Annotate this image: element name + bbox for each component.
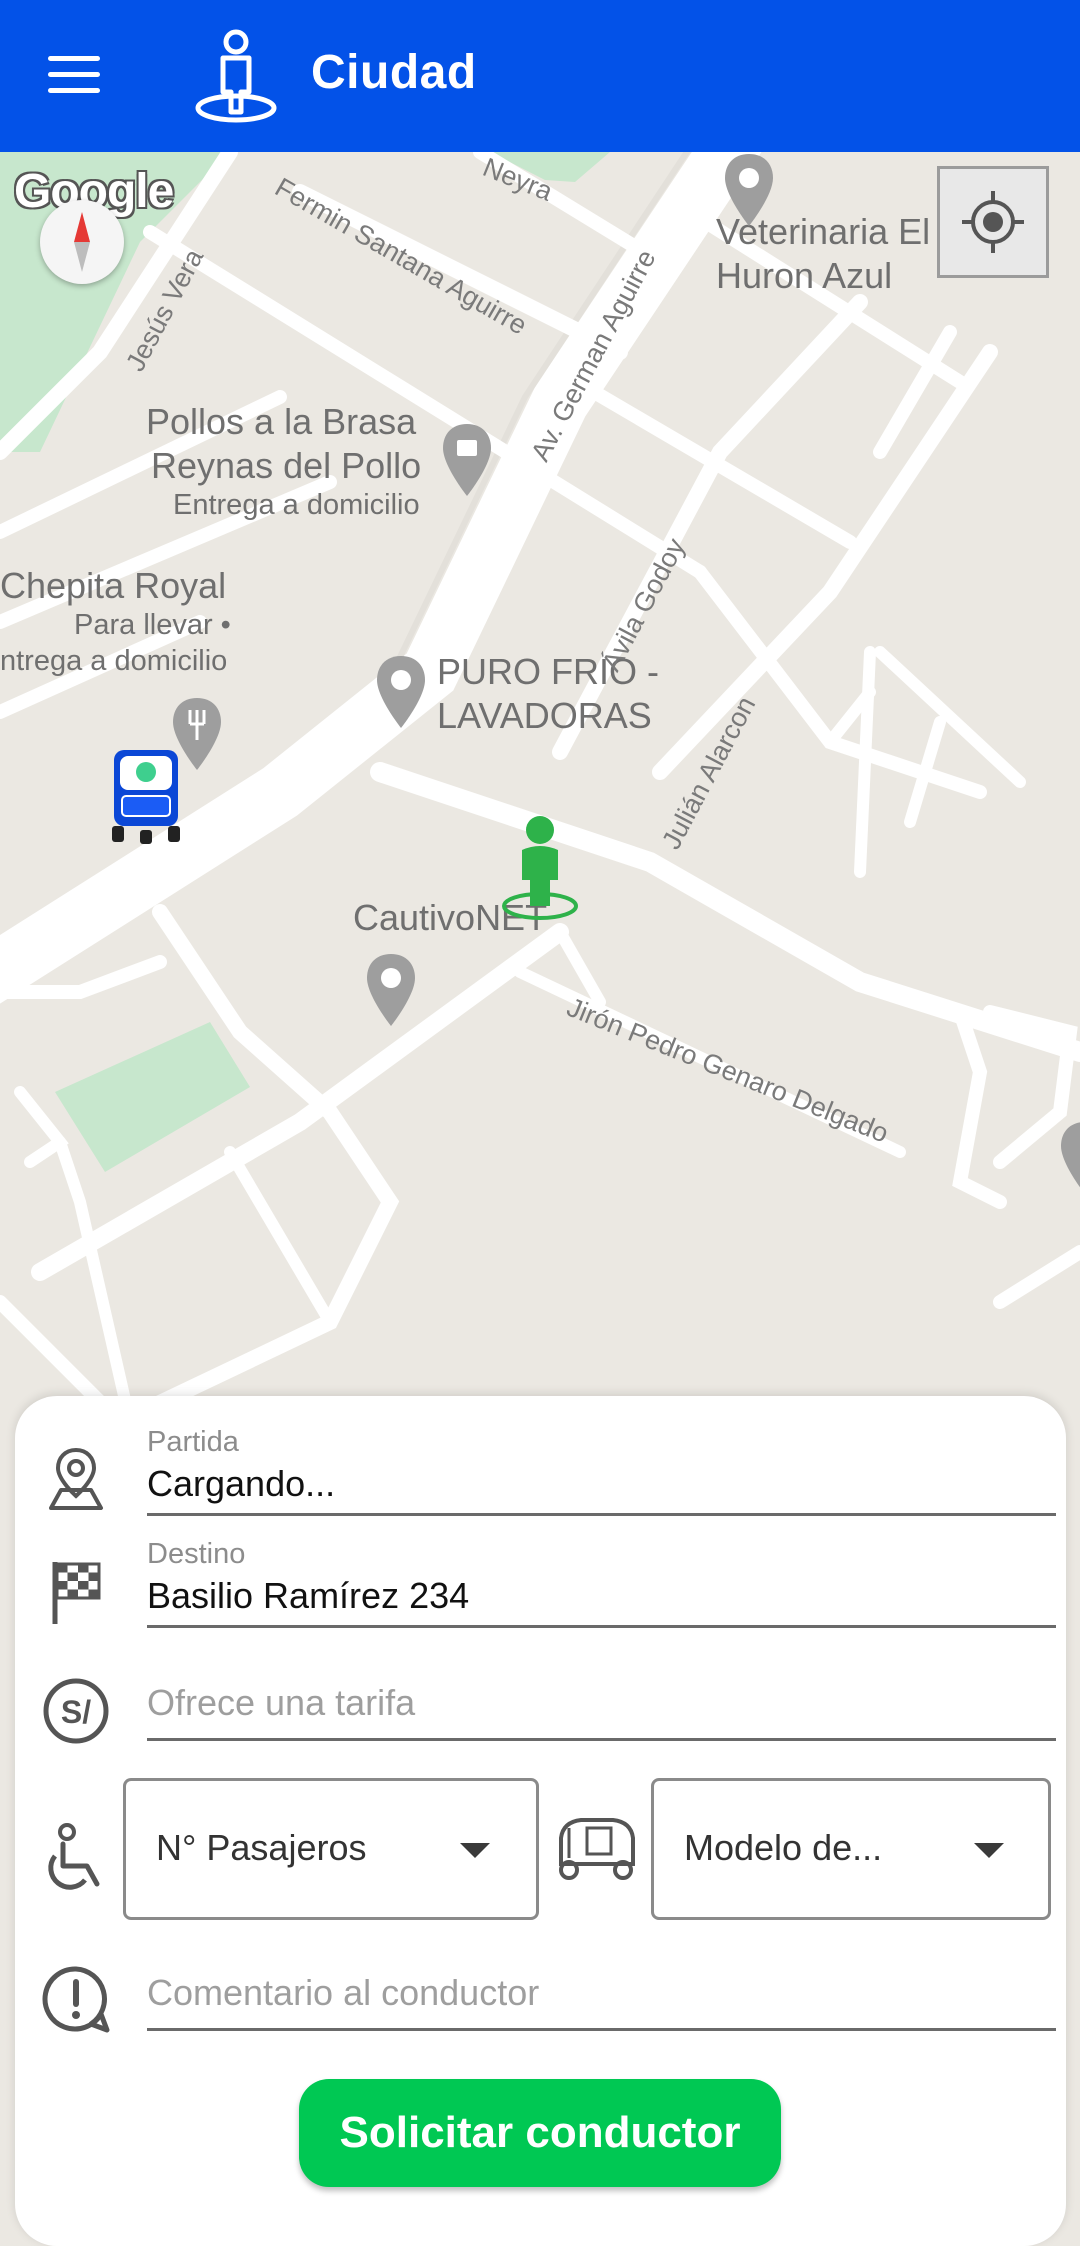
compass-icon[interactable] [40, 200, 124, 284]
app-bar: Ciudad [0, 0, 1080, 152]
comment-input[interactable]: Comentario al conductor [147, 1972, 1056, 2014]
map-pin-icon[interactable] [374, 654, 428, 730]
passengers-dropdown[interactable]: N° Pasajeros [123, 1778, 539, 1920]
destination-label: Destino [147, 1538, 246, 1570]
destination-field[interactable]: Destino Basilio Ramírez 234 [147, 1538, 1056, 1628]
origin-label: Partida [147, 1426, 239, 1458]
place-label: Reynas del Pollo [151, 445, 422, 486]
passengers-value: N° Pasajeros [156, 1827, 367, 1868]
fare-input[interactable]: Ofrece una tarifa [147, 1682, 1056, 1724]
map-pin-icon[interactable] [722, 152, 776, 228]
chevron-down-icon [974, 1843, 1004, 1858]
my-location-button[interactable] [937, 166, 1049, 278]
soles-currency-icon: S/ [43, 1678, 109, 1744]
request-driver-button[interactable]: Solicitar conductor [299, 2079, 781, 2187]
svg-text:S/: S/ [61, 1694, 91, 1730]
vehicle-model-dropdown[interactable]: Modelo de... [651, 1778, 1051, 1920]
shopping-pin-icon[interactable] [440, 422, 494, 498]
ride-request-form: Partida Cargando... Destino Basilio Ramí… [15, 1396, 1066, 2246]
place-label: Chepita Royal [0, 565, 227, 606]
map-view[interactable]: Google Veterinaria El Huron Azul Pollos … [0, 152, 1080, 1422]
mototaxi-icon [559, 1818, 635, 1880]
origin-underline [147, 1513, 1056, 1516]
place-label: ntrega a domicilio [0, 645, 228, 677]
place-label: Para llevar • [74, 609, 231, 641]
user-location-icon [502, 816, 578, 920]
origin-field[interactable]: Partida Cargando... [147, 1426, 1056, 1516]
comment-field[interactable]: Comentario al conductor [147, 1972, 1056, 2031]
person-location-icon [195, 29, 277, 123]
comment-alert-icon [42, 1966, 110, 2033]
destination-input[interactable]: Basilio Ramírez 234 [147, 1575, 1056, 1617]
mototaxi-vehicle-icon[interactable] [110, 744, 182, 844]
crosshair-icon [962, 191, 1024, 253]
destination-underline [147, 1625, 1056, 1628]
wheelchair-icon [48, 1823, 100, 1890]
map-pin-icon[interactable] [364, 952, 418, 1028]
place-label: Entrega a domicilio [173, 489, 420, 521]
place-label: Pollos a la Brasa [146, 401, 417, 442]
origin-pin-icon [49, 1447, 103, 1510]
menu-icon[interactable] [48, 54, 104, 94]
fare-underline [147, 1738, 1056, 1741]
chevron-down-icon [460, 1843, 490, 1858]
place-label: LAVADORAS [437, 695, 652, 736]
checkered-flag-icon [52, 1562, 101, 1624]
page-title: Ciudad [311, 46, 477, 99]
place-label: Huron Azul [716, 255, 893, 296]
vehicle-model-value: Modelo de... [684, 1827, 883, 1868]
map-pin-icon[interactable] [1058, 1120, 1080, 1196]
origin-input[interactable]: Cargando... [147, 1463, 1056, 1505]
comment-underline [147, 2028, 1056, 2031]
fare-field[interactable]: Ofrece una tarifa [147, 1682, 1056, 1741]
